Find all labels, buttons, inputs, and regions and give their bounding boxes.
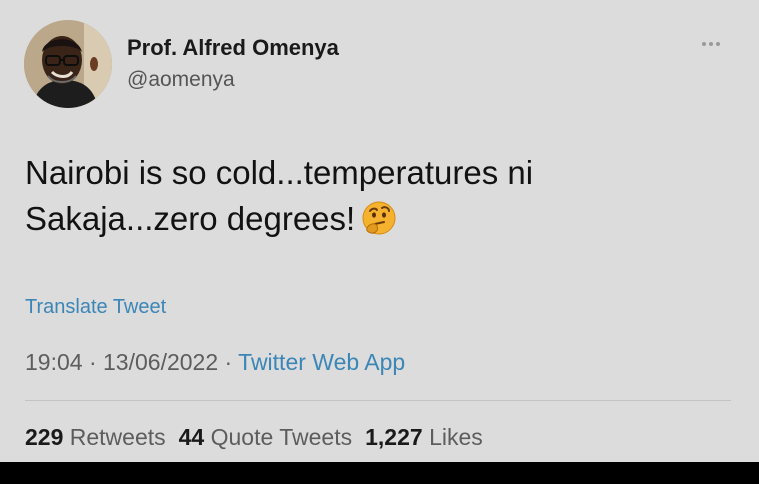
more-options-icon[interactable]	[694, 36, 728, 52]
meta-separator: ·	[82, 349, 104, 375]
meta-separator: ·	[218, 349, 239, 375]
tweet-text: Nairobi is so cold...temperatures ni Sak…	[25, 150, 725, 242]
likes-count: 1,227	[365, 424, 423, 450]
likes-stat[interactable]: 1,227 Likes	[365, 424, 483, 450]
author-handle[interactable]: @aomenya	[127, 68, 235, 92]
divider	[25, 400, 731, 401]
bottom-black-bar	[0, 462, 759, 484]
retweets-label: Retweets	[69, 424, 166, 450]
author-name[interactable]: Prof. Alfred Omenya	[127, 35, 339, 61]
tweet-date[interactable]: 13/06/2022	[103, 349, 218, 375]
tweet-card: Prof. Alfred Omenya @aomenya Nairobi is …	[0, 0, 759, 462]
tweet-stats: 229 Retweets 44 Quote Tweets 1,227 Likes	[25, 424, 483, 451]
tweet-source-link[interactable]: Twitter Web App	[238, 349, 405, 375]
quote-tweets-count: 44	[178, 424, 205, 450]
translate-tweet-link[interactable]: Translate Tweet	[25, 296, 166, 319]
retweets-stat[interactable]: 229 Retweets	[25, 424, 166, 450]
avatar[interactable]	[24, 20, 112, 108]
retweets-count: 229	[25, 424, 64, 450]
thinking-face-emoji-icon	[361, 200, 397, 236]
dot	[702, 42, 706, 46]
likes-label: Likes	[429, 424, 483, 450]
tweet-meta: 19:04 · 13/06/2022 · Twitter Web App	[25, 349, 405, 376]
avatar-photo-icon	[24, 20, 112, 108]
quote-tweets-stat[interactable]: 44 Quote Tweets	[179, 424, 352, 450]
quote-tweets-label: Quote Tweets	[210, 424, 353, 450]
dot	[709, 42, 713, 46]
tweet-text-line-1: Nairobi is so cold...temperatures ni	[25, 154, 534, 191]
dot	[716, 42, 720, 46]
tweet-time[interactable]: 19:04	[25, 349, 83, 375]
tweet-text-line-2: Sakaja...zero degrees!	[25, 200, 356, 237]
